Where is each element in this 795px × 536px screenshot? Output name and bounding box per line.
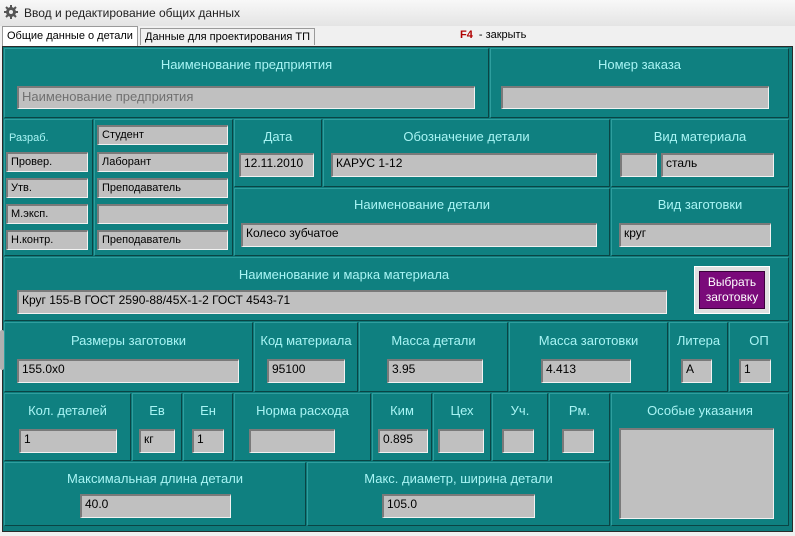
gear-icon xyxy=(4,5,18,19)
blank-mass-input[interactable]: 4.413 xyxy=(541,359,631,383)
date-input[interactable]: 12.11.2010 xyxy=(239,153,314,177)
role-developer: Разраб. xyxy=(9,132,49,144)
role-approver[interactable]: Утв. xyxy=(6,178,88,198)
blank-size-label: Размеры заготовки xyxy=(70,333,187,348)
ev-label: Ев xyxy=(149,403,165,418)
blank-size-input[interactable]: 155.0x0 xyxy=(17,359,239,383)
blank-type-input[interactable]: круг xyxy=(619,223,771,247)
date-label: Дата xyxy=(263,129,293,144)
window-title: Ввод и редактирование общих данных xyxy=(24,6,240,20)
choose-blank-button[interactable]: Выбрать заготовку xyxy=(694,266,770,314)
en-input[interactable]: 1 xyxy=(192,429,224,453)
material-type-input[interactable]: сталь xyxy=(661,153,774,177)
shop-input[interactable] xyxy=(438,429,484,453)
material-code-label: Код материала xyxy=(260,333,352,348)
part-name-label: Наименование детали xyxy=(354,197,490,212)
section-label: Уч. xyxy=(510,403,530,418)
role-checker[interactable]: Провер. xyxy=(6,152,88,172)
tab-general-data[interactable]: Общие данные о детали xyxy=(2,26,138,46)
blank-mass-label: Масса заготовки xyxy=(538,333,639,348)
designation-input[interactable]: КАРУС 1-12 xyxy=(331,153,597,177)
name-norm-control-input[interactable]: Преподаватель xyxy=(97,230,228,250)
part-name-input[interactable]: Колесо зубчатое xyxy=(241,223,597,247)
name-developer-input[interactable]: Студент xyxy=(97,125,228,145)
choose-blank-button-face: Выбрать заготовку xyxy=(699,271,765,309)
max-diameter-label: Макс. диаметр, ширина детали xyxy=(364,471,553,486)
material-code-input[interactable]: 95100 xyxy=(267,359,345,383)
close-hint: F4 - закрыть xyxy=(460,29,526,41)
material-input[interactable]: Круг 155-В ГОСТ 2590-88/45Х-1-2 ГОСТ 454… xyxy=(17,290,667,314)
kim-label: Ким xyxy=(390,403,414,418)
choose-blank-line1: Выбрать xyxy=(707,275,757,289)
op-input[interactable]: 1 xyxy=(739,359,771,383)
special-label: Особые указания xyxy=(647,403,753,418)
part-mass-label: Масса детали xyxy=(391,333,476,348)
section-input[interactable] xyxy=(502,429,534,453)
designation-label: Обозначение детали xyxy=(403,129,530,144)
workplace-label: Рм. xyxy=(568,403,591,418)
max-length-input[interactable]: 40.0 xyxy=(80,494,231,518)
material-label: Наименование и марка материала xyxy=(238,267,450,282)
title-bar: Ввод и редактирование общих данных xyxy=(0,0,795,27)
tab-strip: Общие данные о детали Данные для проекти… xyxy=(0,26,795,46)
enterprise-label: Наименование предприятия xyxy=(160,57,333,72)
ev-input[interactable]: кг xyxy=(139,429,175,453)
op-label: ОП xyxy=(749,333,769,348)
resize-handle[interactable] xyxy=(0,330,4,370)
enterprise-input[interactable]: Наименование предприятия xyxy=(17,86,475,109)
material-type-code-input[interactable] xyxy=(620,153,657,177)
close-hint-text: - закрыть xyxy=(478,29,527,41)
norm-input[interactable] xyxy=(249,429,335,453)
name-metrology-input[interactable] xyxy=(97,204,228,224)
name-approver-input[interactable]: Преподаватель xyxy=(97,178,228,198)
qty-label: Кол. деталей xyxy=(28,403,107,418)
role-metrology-expert[interactable]: М.эксп. xyxy=(6,204,88,224)
qty-input[interactable]: 1 xyxy=(19,429,117,453)
litera-input[interactable]: А xyxy=(681,359,712,383)
blank-type-label: Вид заготовки xyxy=(657,197,743,212)
en-label: Ен xyxy=(200,403,216,418)
role-norm-control[interactable]: Н.контр. xyxy=(6,230,88,250)
order-label: Номер заказа xyxy=(597,57,682,72)
name-checker-input[interactable]: Лаборант xyxy=(97,152,228,172)
special-instructions-textarea[interactable] xyxy=(619,428,774,519)
choose-blank-line2: заготовку xyxy=(705,290,759,304)
max-diameter-input[interactable]: 105.0 xyxy=(382,494,535,518)
litera-label: Литера xyxy=(676,333,721,348)
norm-label: Норма расхода xyxy=(256,403,349,418)
material-type-label: Вид материала xyxy=(653,129,747,144)
order-number-input[interactable] xyxy=(501,86,769,109)
part-mass-input[interactable]: 3.95 xyxy=(387,359,483,383)
workplace-input[interactable] xyxy=(562,429,594,453)
max-length-label: Максимальная длина детали xyxy=(66,471,244,486)
shop-label: Цех xyxy=(450,403,474,418)
close-hint-key: F4 xyxy=(460,29,473,41)
tab-process-design-data[interactable]: Данные для проектирования ТП xyxy=(140,28,315,45)
kim-input[interactable]: 0.895 xyxy=(378,429,428,453)
